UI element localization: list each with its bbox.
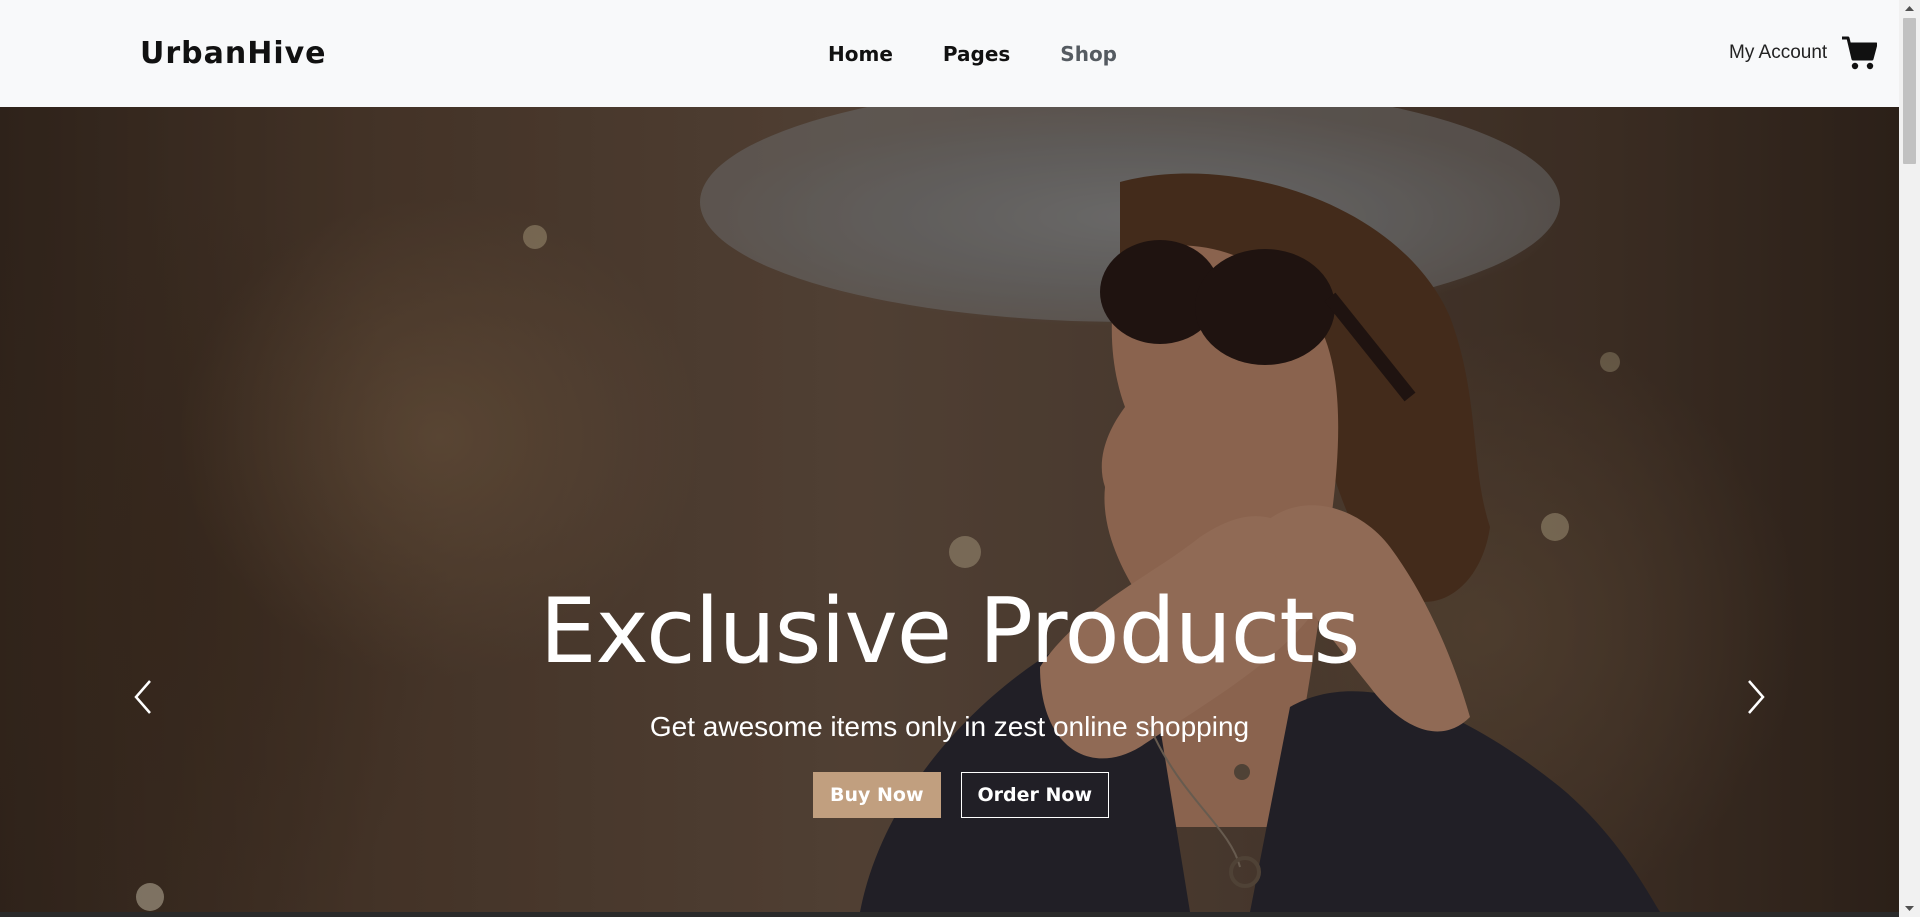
order-now-button[interactable]: Order Now	[960, 772, 1110, 818]
scrollbar-thumb[interactable]	[1903, 18, 1916, 164]
hero-button-group: Buy Now Order Now	[813, 772, 1110, 818]
hero-subtitle: Get awesome items only in zest online sh…	[649, 711, 1250, 742]
scroll-up-icon[interactable]	[1899, 0, 1920, 17]
main-nav: Home Pages Shop	[828, 42, 1117, 66]
cart-icon[interactable]	[1841, 34, 1878, 72]
section-divider	[0, 912, 1899, 917]
hero-banner: Exclusive Products Get awesome items onl…	[0, 107, 1899, 912]
page: UrbanHive Home Pages Shop My Account Exc…	[0, 0, 1899, 917]
buy-now-button[interactable]: Buy Now	[813, 772, 941, 818]
my-account-link[interactable]: My Account	[1729, 42, 1827, 64]
nav-shop[interactable]: Shop	[1060, 42, 1117, 66]
hero-title: Exclusive Products	[539, 579, 1361, 684]
nav-pages[interactable]: Pages	[943, 42, 1010, 66]
site-header: UrbanHive Home Pages Shop My Account	[0, 0, 1899, 107]
nav-home[interactable]: Home	[828, 42, 893, 66]
brand-logo[interactable]: UrbanHive	[140, 36, 327, 71]
scroll-down-icon[interactable]	[1899, 900, 1920, 917]
page-scrollbar[interactable]	[1899, 0, 1920, 917]
